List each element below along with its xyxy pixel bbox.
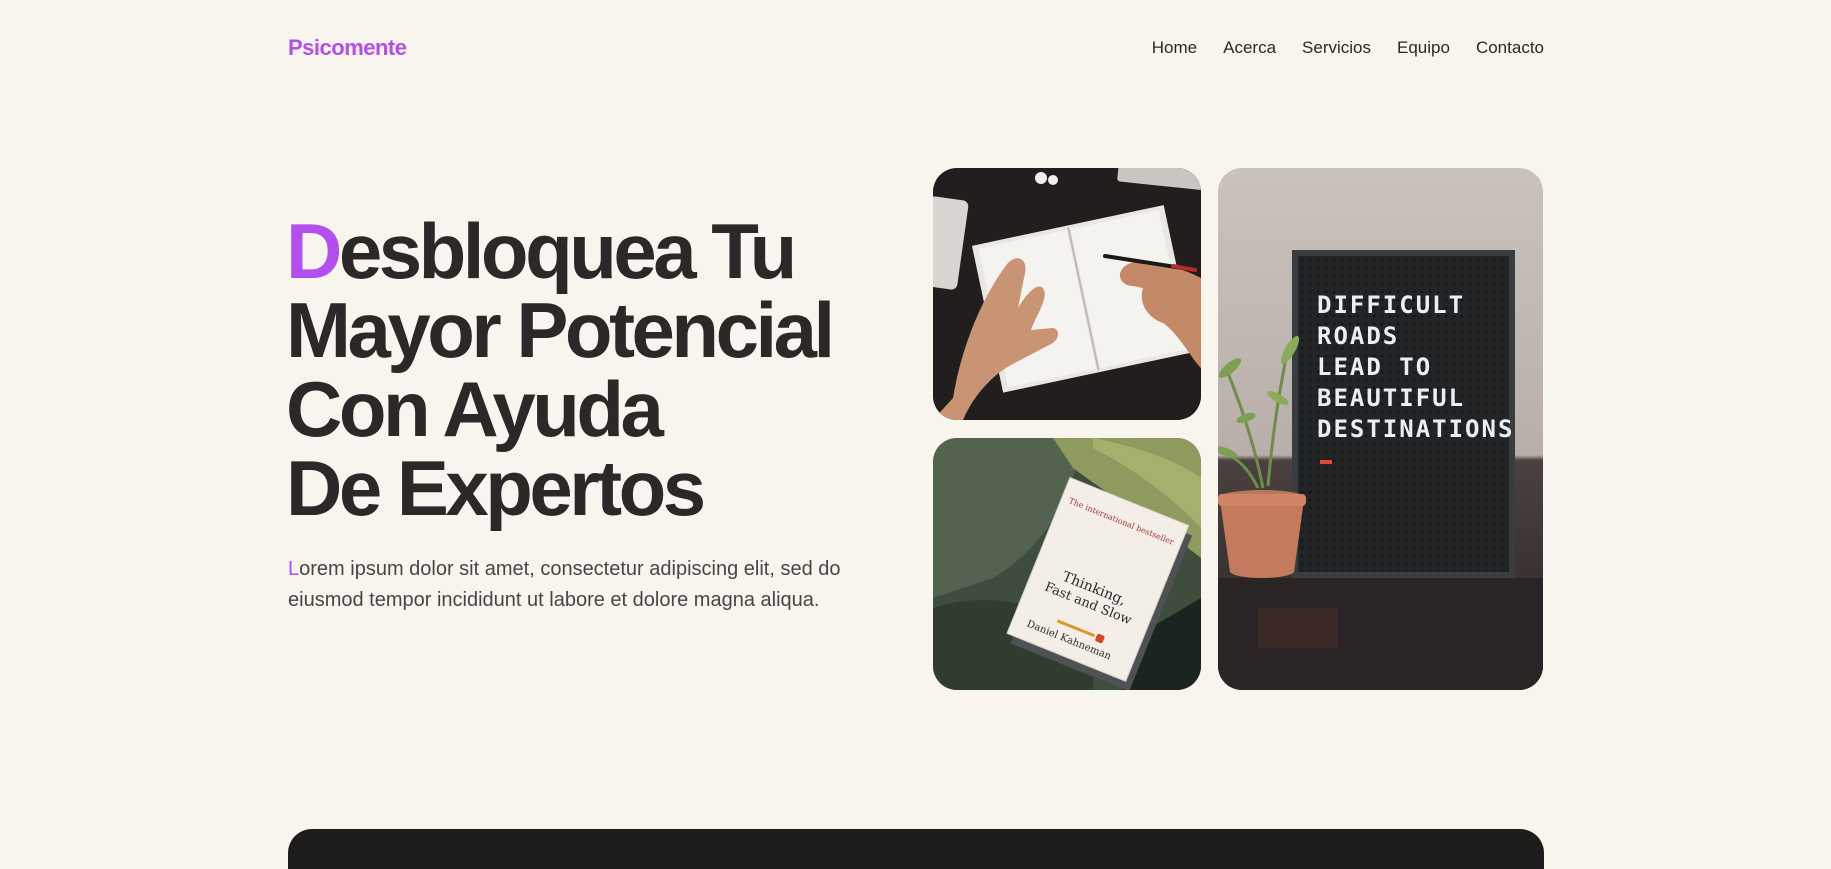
letter-board-plant-icon: DIFFICULT ROADS LEAD TO BEAUTIFUL DESTIN… [1218, 168, 1543, 690]
hero-description-text: orem ipsum dolor sit amet, consectetur a… [288, 558, 841, 611]
board-line-4: BEAUTIFUL [1317, 384, 1465, 412]
photo-letterboard: DIFFICULT ROADS LEAD TO BEAUTIFUL DESTIN… [1218, 168, 1543, 690]
nav-item-contacto[interactable]: Contacto [1476, 38, 1544, 58]
board-line-3: LEAD TO [1317, 353, 1432, 381]
book-on-sofa-icon: The international bestseller Thinking, F… [933, 438, 1201, 690]
hero-description-accent-letter: L [288, 558, 300, 580]
writing-notebook-icon [933, 168, 1201, 420]
photo-book: The international bestseller Thinking, F… [933, 438, 1201, 690]
main-nav: Home Acerca Servicios Equipo Contacto [1152, 38, 1544, 58]
hero-title-line-4: De Expertos [286, 444, 706, 532]
nav-item-acerca[interactable]: Acerca [1223, 38, 1276, 58]
hero-title-line-2: Mayor Potencial [286, 286, 835, 374]
board-line-1: DIFFICULT [1317, 291, 1465, 319]
hero-title-line-3: Con Ayuda [286, 365, 664, 453]
nav-item-servicios[interactable]: Servicios [1302, 38, 1371, 58]
hero-title-line-1: Desbloquea Tu [286, 212, 886, 291]
board-line-2: ROADS [1317, 322, 1399, 350]
board-line-5: DESTINATIONS [1317, 415, 1514, 443]
hero-title-accent-letter: D [286, 207, 342, 295]
hero-description: Lorem ipsum dolor sit amet, consectetur … [288, 554, 868, 615]
nav-item-home[interactable]: Home [1152, 38, 1197, 58]
hero-title-line-1-rest: esbloquea Tu [338, 207, 797, 295]
hero-title: Desbloquea Tu Mayor Potencial Con Ayuda … [286, 212, 886, 528]
nav-item-equipo[interactable]: Equipo [1397, 38, 1450, 58]
brand-logo[interactable]: Psicomente [288, 35, 407, 61]
photo-notebook [933, 168, 1201, 420]
next-section-dark-bar [288, 829, 1544, 869]
site-header: Psicomente Home Acerca Servicios Equipo … [288, 30, 1544, 66]
